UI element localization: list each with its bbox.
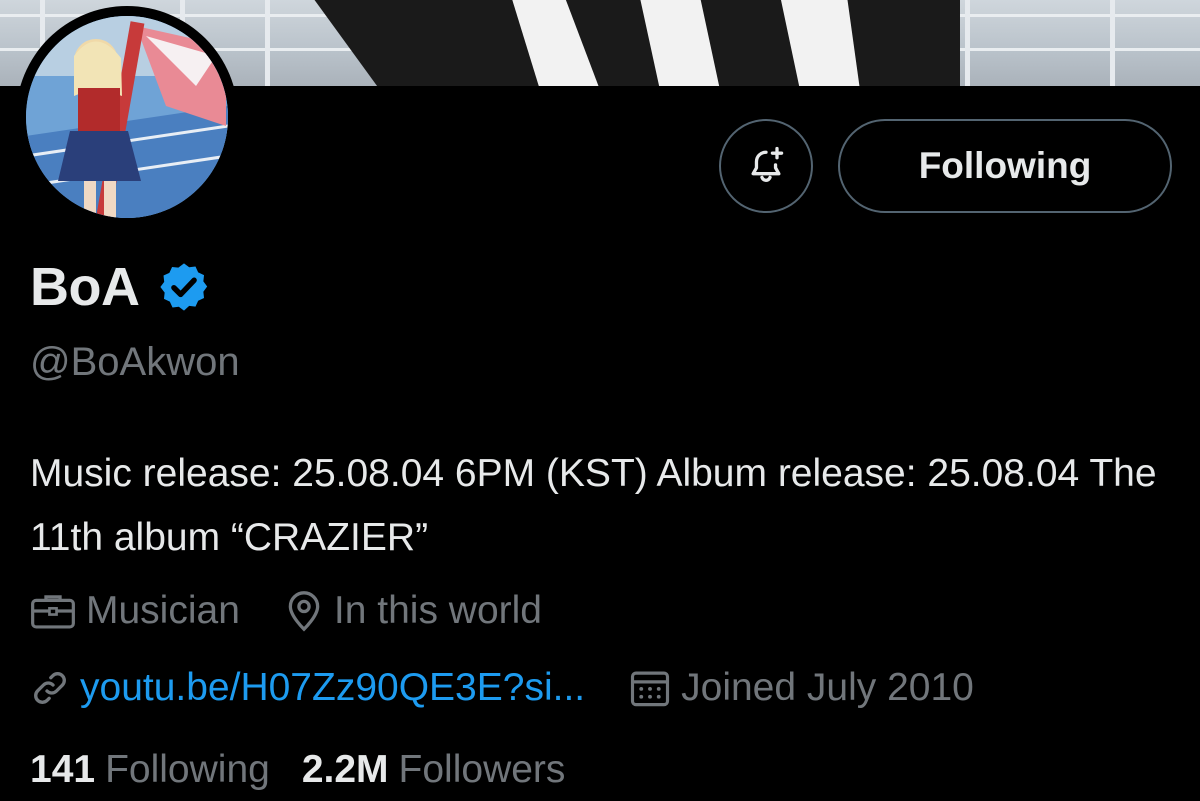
joined-item: Joined July 2010 [629, 666, 974, 710]
joined-text: Joined July 2010 [681, 666, 974, 709]
display-name: BoA [30, 257, 140, 317]
avatar-photo [26, 16, 228, 218]
notifications-button[interactable] [719, 119, 813, 213]
followers-stat[interactable]: 2.2M Followers [302, 748, 566, 792]
location-text: In this world [333, 589, 542, 632]
website-item[interactable]: youtu.be/H07Zz90QE3E?si... [30, 666, 585, 710]
bell-plus-icon [751, 146, 784, 182]
profile-meta-row: Musician In this world [30, 584, 586, 638]
avatar[interactable] [26, 16, 228, 218]
following-button-label: Following [918, 145, 1092, 186]
avatar-ring [16, 6, 238, 228]
profile-page: Following BoA @BoAkwon Music release: 25… [0, 0, 1200, 801]
link-icon [34, 672, 66, 704]
following-stat[interactable]: 141 Following [30, 748, 270, 792]
location-pin-icon [288, 591, 320, 632]
follow-stats: 141 Following 2.2M Followers [30, 748, 597, 792]
user-handle: @BoAkwon [30, 340, 240, 384]
followers-stat-label: Followers [398, 748, 566, 791]
calendar-icon [631, 671, 670, 707]
profession-text: Musician [86, 589, 240, 632]
following-button[interactable]: Following [838, 119, 1172, 213]
location-item: In this world [284, 589, 542, 633]
following-stat-label: Following [105, 748, 270, 791]
profession-item: Musician [30, 589, 240, 633]
profile-meta-row-2: youtu.be/H07Zz90QE3E?si... Joined July 2… [30, 661, 1018, 715]
followers-count: 2.2M [301, 748, 389, 791]
verified-badge-icon[interactable] [157, 260, 211, 314]
briefcase-icon [31, 595, 75, 629]
profile-bio: Music release: 25.08.04 6PM (KST) Album … [30, 452, 1157, 559]
name-row: BoA [30, 252, 211, 322]
following-count: 141 [30, 748, 96, 791]
banner-flag-image [314, 0, 960, 86]
website-link[interactable]: youtu.be/H07Zz90QE3E?si... [80, 666, 585, 710]
